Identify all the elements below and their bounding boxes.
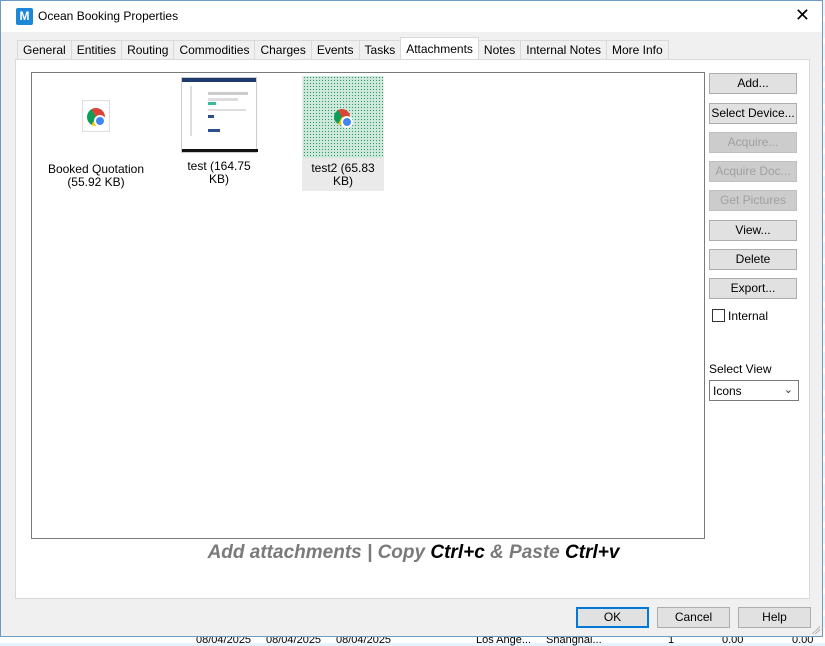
- acquire-button[interactable]: Acquire...: [709, 132, 797, 153]
- chrome-icon: [87, 108, 106, 127]
- tab-routing[interactable]: Routing: [121, 40, 175, 60]
- window-title: Ocean Booking Properties: [38, 9, 179, 23]
- attachment-item-selected[interactable]: test2 (65.83 KB): [302, 76, 384, 191]
- hint-ctrl-v: Ctrl+v: [565, 542, 620, 563]
- select-view-label: Select View: [709, 362, 772, 376]
- attachment-item[interactable]: Booked Quotation (55.92 KB): [35, 100, 157, 189]
- resize-grip-icon[interactable]: [810, 624, 820, 634]
- delete-button[interactable]: Delete: [709, 249, 797, 270]
- get-pictures-button[interactable]: Get Pictures: [709, 190, 797, 211]
- close-icon[interactable]: ✕: [795, 5, 810, 25]
- ocean-booking-properties-dialog: M Ocean Booking Properties ✕ General Ent…: [0, 0, 823, 637]
- attachment-item[interactable]: test (164.75 KB): [180, 77, 258, 186]
- tab-attachments[interactable]: Attachments: [400, 37, 479, 59]
- attachment-label: test (164.75 KB): [187, 159, 251, 186]
- select-view-value: Icons: [713, 384, 742, 398]
- export-button[interactable]: Export...: [709, 278, 797, 299]
- tab-charges[interactable]: Charges: [254, 40, 312, 60]
- acquire-doc-button[interactable]: Acquire Doc...: [709, 161, 797, 182]
- title-bar: M Ocean Booking Properties ✕: [1, 1, 822, 32]
- attachments-panel: Booked Quotation (55.92 KB) test (164.75…: [15, 59, 810, 599]
- hint-text: Add attachments | Copy: [207, 542, 431, 563]
- internal-checkbox-label: Internal: [728, 309, 769, 323]
- view-button[interactable]: View...: [709, 220, 797, 241]
- tab-internal-notes[interactable]: Internal Notes: [520, 40, 607, 60]
- hint-ctrl-c: Ctrl+c: [430, 542, 485, 563]
- tab-tasks[interactable]: Tasks: [358, 40, 402, 60]
- tab-strip: General Entities Routing Commodities Cha…: [17, 37, 669, 60]
- chevron-down-icon: ⌄: [783, 384, 793, 396]
- internal-checkbox[interactable]: [712, 309, 725, 322]
- select-device-button[interactable]: Select Device...: [709, 103, 797, 124]
- tab-events[interactable]: Events: [310, 40, 360, 60]
- hint-text: & Paste: [484, 542, 566, 563]
- cancel-button[interactable]: Cancel: [657, 607, 730, 628]
- chrome-icon: [334, 109, 353, 128]
- tab-commodities[interactable]: Commodities: [173, 40, 256, 60]
- selected-thumbnail-icon: [303, 76, 383, 158]
- app-logo-icon: M: [16, 8, 33, 25]
- attachments-list[interactable]: Booked Quotation (55.92 KB) test (164.75…: [31, 72, 705, 539]
- ok-button[interactable]: OK: [576, 607, 649, 628]
- tab-general[interactable]: General: [17, 40, 72, 60]
- help-button[interactable]: Help: [738, 607, 811, 628]
- select-view-dropdown[interactable]: Icons ⌄: [709, 380, 799, 401]
- tab-entities[interactable]: Entities: [70, 40, 123, 60]
- tab-more-info[interactable]: More Info: [605, 40, 669, 60]
- paste-hint: Add attachments | Copy Ctrl+c & Paste Ct…: [16, 542, 811, 564]
- screenshot-thumbnail-icon: [181, 77, 258, 153]
- attachment-label: Booked Quotation (55.92 KB): [47, 162, 145, 189]
- add-button[interactable]: Add...: [709, 73, 797, 94]
- tab-notes[interactable]: Notes: [477, 40, 522, 60]
- attachment-label: test2 (65.83 KB): [311, 161, 375, 188]
